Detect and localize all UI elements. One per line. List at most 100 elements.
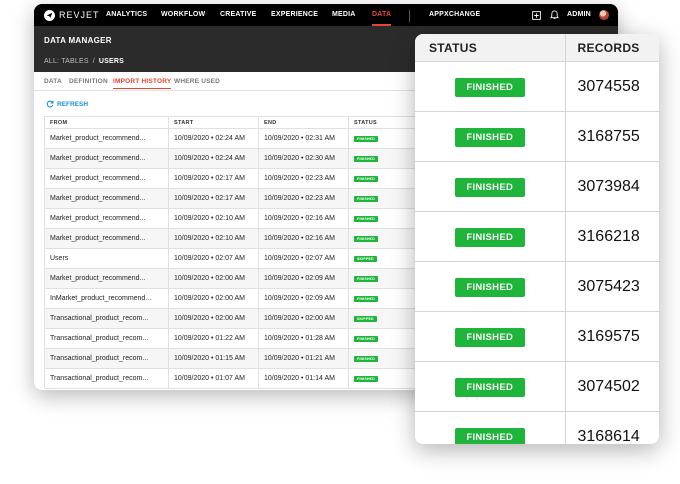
table-row[interactable]: Transactional_product_recom... 10/09/2020… xyxy=(44,328,435,349)
zoom-row[interactable]: FINISHED 3168755 xyxy=(415,111,659,162)
column-header-from[interactable]: FROM xyxy=(44,116,169,129)
table-row[interactable]: InMarket_product_recommend... 10/09/2020 … xyxy=(44,288,435,309)
cell-status: FINISHED xyxy=(415,361,565,412)
avatar[interactable] xyxy=(599,10,609,20)
table-row[interactable]: Market_product_recommend... 10/09/2020 • … xyxy=(44,208,435,229)
table-row[interactable]: Market_product_recommend... 10/09/2020 • … xyxy=(44,168,435,189)
status-badge: FINISHED xyxy=(454,327,525,347)
user-menu[interactable]: ADMIN xyxy=(567,4,591,26)
bell-icon[interactable] xyxy=(548,9,560,21)
nav-analytics[interactable]: ANALYTICS xyxy=(106,4,147,26)
cell-from: Market_product_recommend... xyxy=(44,168,169,189)
status-badge: FINISHED xyxy=(454,377,525,397)
cell-status: FINISHED xyxy=(415,211,565,262)
status-badge: FINISHED xyxy=(354,196,378,202)
status-badge: FINISHED xyxy=(354,176,378,182)
status-badge: FINISHED xyxy=(454,227,525,247)
refresh-label: REFRESH xyxy=(57,100,89,108)
status-badge: SKIPPED xyxy=(354,316,377,322)
cell-records: 3075423 xyxy=(564,261,659,312)
status-badge: FINISHED xyxy=(354,376,378,382)
nav-experience[interactable]: EXPERIENCE xyxy=(271,4,318,26)
table-row[interactable]: Market_product_recommend... 10/09/2020 • … xyxy=(44,188,435,209)
status-badge: FINISHED xyxy=(454,77,525,97)
cell-start: 10/09/2020 • 02:10 AM xyxy=(168,208,259,229)
table-row[interactable]: Market_product_recommend... 10/09/2020 • … xyxy=(44,228,435,249)
status-badge: SKIPPED xyxy=(354,256,377,262)
cell-end: 10/09/2020 • 02:16 AM xyxy=(258,228,349,249)
table-row[interactable]: Transactional_product_recom... 10/09/2020… xyxy=(44,348,435,369)
nav-creative[interactable]: CREATIVE xyxy=(220,4,256,26)
breadcrumb-separator: / xyxy=(92,58,95,65)
cell-end: 10/09/2020 • 01:14 AM xyxy=(258,368,349,389)
zoom-row[interactable]: FINISHED 3074558 xyxy=(415,61,659,112)
table-header-row: FROM START END STATUS xyxy=(44,116,435,129)
tab-data[interactable]: DATA xyxy=(44,78,62,85)
cell-end: 10/09/2020 • 02:31 AM xyxy=(258,128,349,149)
status-badge: FINISHED xyxy=(454,277,525,297)
cell-start: 10/09/2020 • 02:24 AM xyxy=(168,128,259,149)
cell-from: InMarket_product_recommend... xyxy=(44,288,169,309)
table-row[interactable]: Market_product_recommend... 10/09/2020 • … xyxy=(44,128,435,149)
nav-data[interactable]: DATA xyxy=(372,4,392,26)
zoom-row[interactable]: FINISHED 3166218 xyxy=(415,211,659,262)
table-row[interactable]: Market_product_recommend... 10/09/2020 • … xyxy=(44,268,435,289)
tab-import-history[interactable]: IMPORT HISTORY xyxy=(113,78,172,89)
status-badge: FINISHED xyxy=(354,156,378,162)
cell-from: Market_product_recommend... xyxy=(44,208,169,229)
refresh-button[interactable]: REFRESH xyxy=(46,100,88,108)
status-records-table: STATUS RECORDS FINISHED 3074558 FINISHED 31… xyxy=(415,34,659,444)
cell-records: 3169575 xyxy=(564,311,659,362)
logo[interactable]: REVJET xyxy=(44,9,106,21)
cell-start: 10/09/2020 • 02:07 AM xyxy=(168,248,259,269)
cell-records: 3168614 xyxy=(564,411,659,444)
table-row[interactable]: Market_product_recommend... 10/09/2020 • … xyxy=(44,148,435,169)
add-box-icon[interactable] xyxy=(530,9,542,21)
nav-workflow[interactable]: WORKFLOW xyxy=(161,4,205,26)
cell-end: 10/09/2020 • 01:21 AM xyxy=(258,348,349,369)
cell-from: Market_product_recommend... xyxy=(44,268,169,289)
table-row[interactable]: Transactional_product_recom... 10/09/2020… xyxy=(44,368,435,389)
nav-appxchange[interactable]: APPXCHANGE xyxy=(429,4,480,26)
zoom-row[interactable]: FINISHED 3169575 xyxy=(415,311,659,362)
cell-start: 10/09/2020 • 02:00 AM xyxy=(168,288,259,309)
brand-name: REVJET xyxy=(59,10,100,20)
status-badge: FINISHED xyxy=(354,216,378,222)
cell-end: 10/09/2020 • 02:07 AM xyxy=(258,248,349,269)
cell-start: 10/09/2020 • 02:17 AM xyxy=(168,168,259,189)
cell-records: 3074558 xyxy=(564,61,659,112)
cell-start: 10/09/2020 • 01:22 AM xyxy=(168,328,259,349)
column-header-status-zoom[interactable]: STATUS xyxy=(415,34,565,62)
cell-from: Users xyxy=(44,248,169,269)
zoom-row[interactable]: FINISHED 3075423 xyxy=(415,261,659,312)
status-badge: FINISHED xyxy=(354,296,378,302)
column-header-records[interactable]: RECORDS xyxy=(564,34,659,62)
cell-end: 10/09/2020 • 02:00 AM xyxy=(258,308,349,329)
cell-status: FINISHED xyxy=(415,61,565,112)
cell-start: 10/09/2020 • 02:24 AM xyxy=(168,148,259,169)
tab-definition[interactable]: DEFINITION xyxy=(69,78,108,85)
nav-media[interactable]: MEDIA xyxy=(332,4,356,26)
zoom-header-row: STATUS RECORDS xyxy=(415,34,659,62)
cell-status: FINISHED xyxy=(415,161,565,212)
top-nav: REVJET ANALYTICS WORKFLOW CREATIVE EXPER… xyxy=(34,4,618,26)
tab-where-used[interactable]: WHERE USED xyxy=(174,78,220,85)
status-badge: FINISHED xyxy=(354,276,378,282)
breadcrumb-parent[interactable]: ALL: TABLES xyxy=(44,58,89,65)
table-row[interactable]: Users 10/09/2020 • 02:07 AM 10/09/2020 • 0… xyxy=(44,248,435,269)
cell-end: 10/09/2020 • 02:09 AM xyxy=(258,268,349,289)
column-header-start[interactable]: START xyxy=(168,116,259,129)
status-badge: FINISHED xyxy=(454,127,525,147)
zoom-row[interactable]: FINISHED 3074502 xyxy=(415,361,659,412)
cell-from: Transactional_product_recom... xyxy=(44,348,169,369)
zoom-row[interactable]: FINISHED 3073984 xyxy=(415,161,659,212)
zoom-row[interactable]: FINISHED 3168614 xyxy=(415,411,659,444)
cell-start: 10/09/2020 • 01:07 AM xyxy=(168,368,259,389)
breadcrumb-current: USERS xyxy=(98,58,125,65)
cell-from: Market_product_recommend... xyxy=(44,188,169,209)
table-row[interactable]: Transactional_product_recom... 10/09/2020… xyxy=(44,308,435,329)
refresh-icon xyxy=(46,100,54,108)
cell-end: 10/09/2020 • 01:28 AM xyxy=(258,328,349,349)
column-header-end[interactable]: END xyxy=(258,116,349,129)
cell-records: 3073984 xyxy=(564,161,659,212)
